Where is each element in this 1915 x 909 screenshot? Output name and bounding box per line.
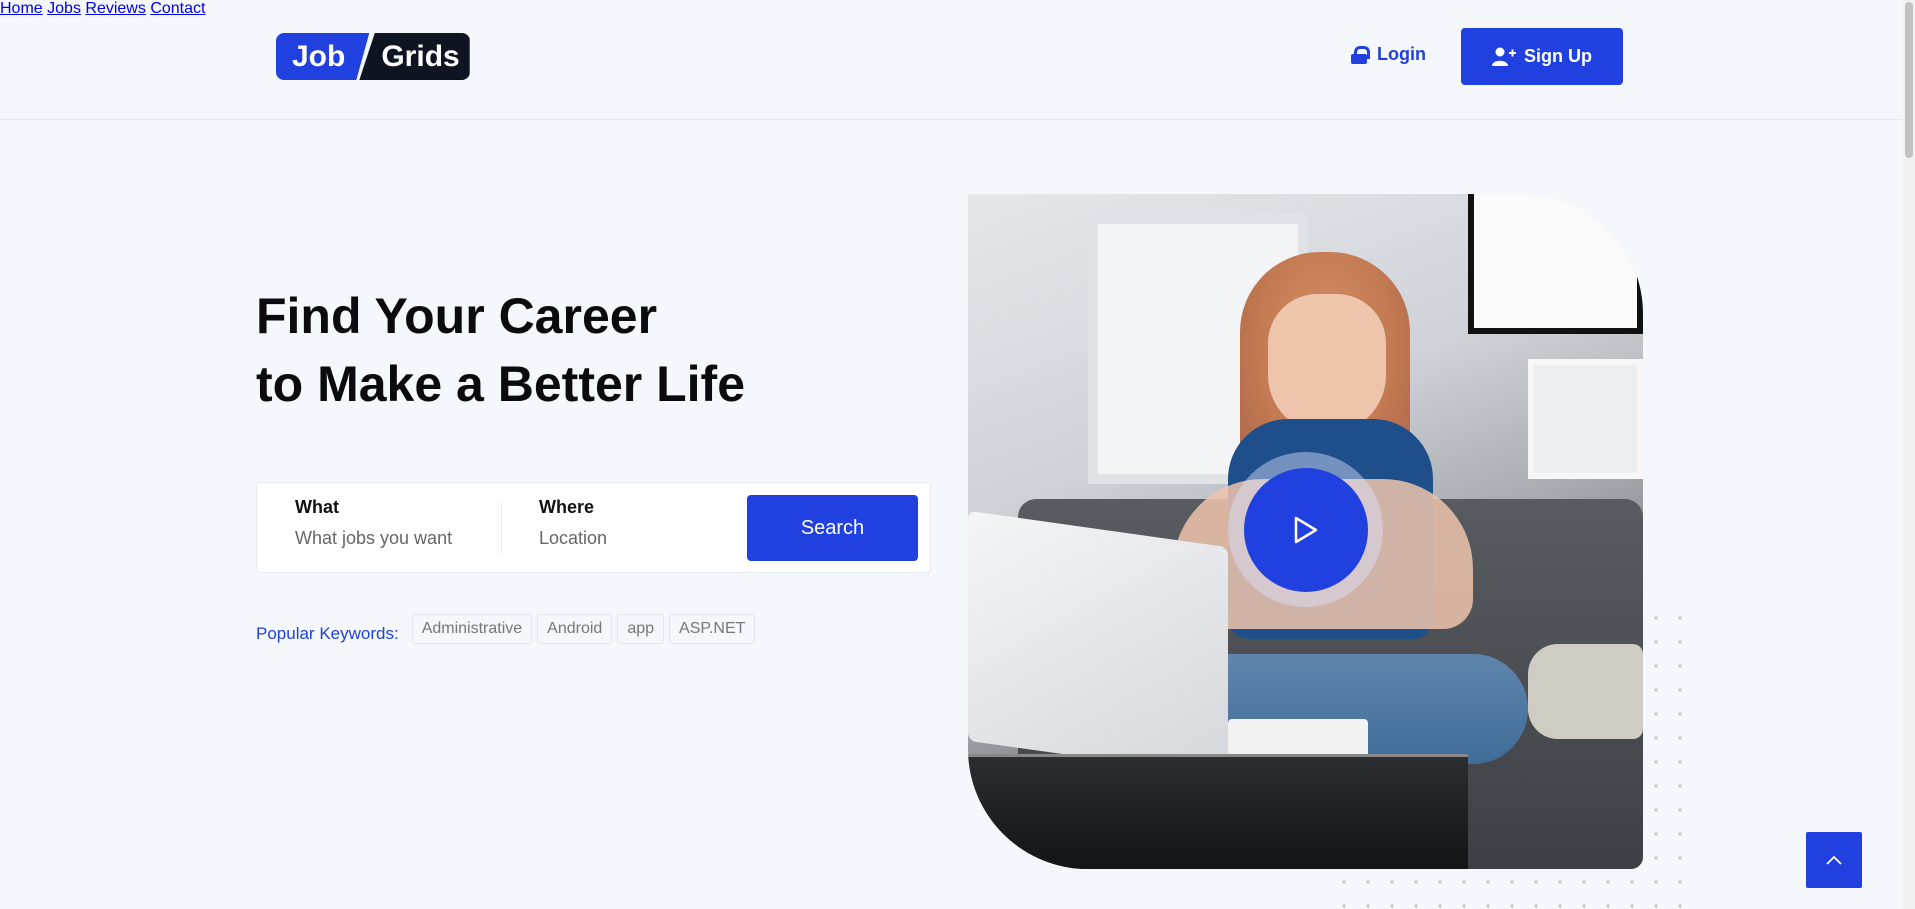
what-field: What [295, 497, 495, 549]
nav-jobs-link[interactable]: Jobs [47, 0, 81, 17]
what-label: What [295, 497, 339, 517]
logo-part-grids: Grids [359, 33, 470, 80]
play-button-circle [1243, 467, 1368, 592]
keyword-tag[interactable]: ASP.NET [669, 614, 756, 644]
main-nav: Home Jobs Reviews Contact [0, 0, 1903, 18]
where-field: Where [539, 497, 719, 549]
scrollbar-thumb[interactable] [1905, 2, 1913, 158]
nav-reviews-link[interactable]: Reviews [85, 0, 145, 17]
hero-title: Find Your Career to Make a Better Life [256, 282, 745, 418]
where-label: Where [539, 497, 595, 517]
field-divider [501, 503, 502, 553]
what-input[interactable] [295, 528, 495, 549]
search-button[interactable]: Search [747, 495, 918, 561]
signup-label: Sign Up [1524, 46, 1592, 66]
hero-title-line1: Find Your Career [256, 288, 658, 344]
video-play-button[interactable] [1228, 452, 1383, 607]
lock-icon [1351, 45, 1370, 64]
where-input[interactable] [539, 528, 719, 549]
page-scrollbar[interactable] [1903, 0, 1915, 909]
login-link[interactable]: Login [1351, 44, 1426, 65]
keyword-tag[interactable]: Android [537, 614, 613, 644]
job-search-form: What Where Search [256, 482, 931, 573]
keyword-tag[interactable]: Administrative [411, 614, 533, 644]
logo[interactable]: Job Grids [276, 33, 470, 80]
nav-contact-link[interactable]: Contact [150, 0, 205, 17]
scroll-to-top-button[interactable] [1806, 832, 1862, 888]
logo-part-job: Job [276, 33, 370, 80]
chevron-up-icon [1826, 855, 1842, 865]
keyword-tag[interactable]: app [617, 614, 665, 644]
login-label: Login [1377, 44, 1426, 64]
popular-keywords-label: Popular Keywords: [256, 624, 399, 643]
user-plus-icon [1492, 47, 1516, 66]
popular-keywords: Popular Keywords: Administrative Android… [256, 614, 760, 644]
hero-title-line2: to Make a Better Life [256, 356, 746, 412]
play-icon [1294, 516, 1317, 543]
site-header: Job Grids Home Jobs Reviews Contact Logi… [0, 0, 1903, 120]
nav-home-link[interactable]: Home [0, 0, 43, 17]
signup-button[interactable]: Sign Up [1461, 28, 1623, 85]
